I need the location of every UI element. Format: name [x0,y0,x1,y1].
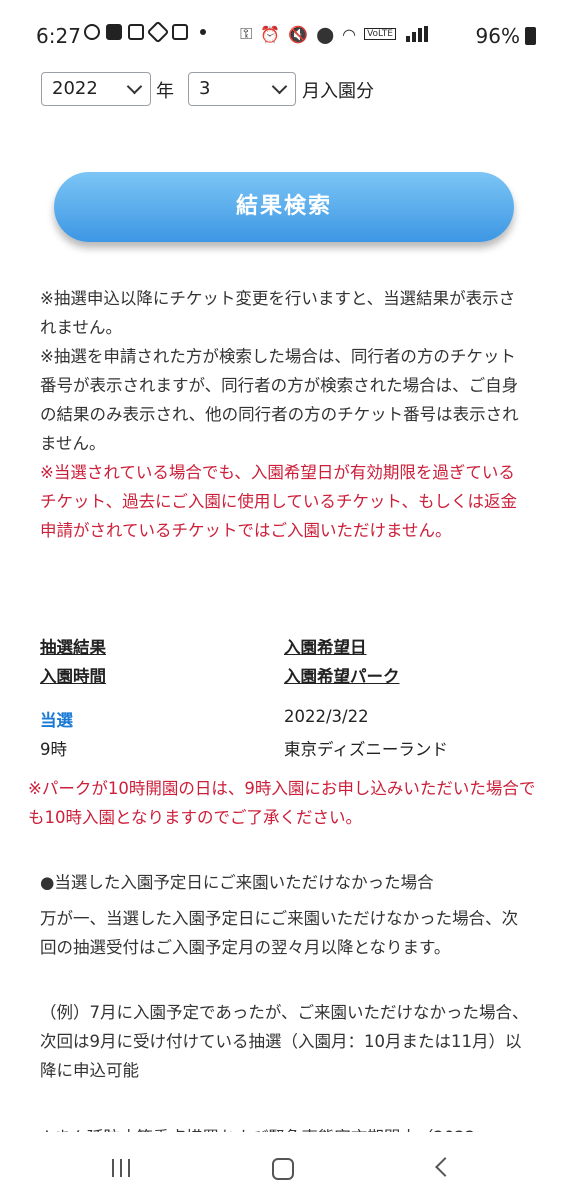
d-app-icon [172,24,188,40]
month-unit: 月入園分 [302,81,374,102]
desired-park-value: 東京ディズニーランド [284,740,448,759]
battery-icon [525,27,536,45]
year-unit: 年 [156,81,174,102]
youtube-icon [106,24,122,40]
park-opening-note: ※パークが10時開園の日は、9時入園にお申し込みいただいた場合でも10時入園とな… [28,779,536,827]
chevron-down-icon [126,78,143,95]
battery-percent: 96% [475,24,520,48]
year-select-value: 2022 [52,78,98,99]
info-paragraph: 万が一、当選した入園予定日にご来園いただけなかった場合、次回の抽選受付はご入園予… [40,904,532,962]
notification-icons [84,20,206,44]
volte-icon: VoLTE [364,28,396,40]
mute-icon: 🔇 [288,24,309,44]
dot-icon [200,29,206,35]
alarm-icon: ⏰ [260,24,281,44]
header-desired-date: 入園希望日 [284,638,367,657]
header-entry-time: 入園時間 [40,667,106,686]
status-bar: 6:27 ⚿ ⏰ 🔇 ⬤ ◠ VoLTE 96% [0,0,568,62]
info-heading-text: ●当選した入園予定日にご来園いただけなかった場合 [40,873,434,892]
wifi-icon: ◠ [342,24,357,44]
entry-period-label-cut [42,62,48,67]
year-select[interactable]: 2022 [41,72,151,106]
system-icons: ⚿ ⏰ 🔇 ⬤ ◠ VoLTE [240,24,428,44]
cutoff-text: ※まん延防止等重点措置および緊急事態宣言期間中（2022 [40,1124,475,1132]
key-icon: ⚿ [240,24,253,43]
header-lottery-result: 抽選結果 [40,638,106,657]
header-desired-park: 入園希望パーク [284,667,400,686]
result-search-button[interactable]: 結果検索 [54,172,514,242]
desired-date-value: 2022/3/22 [284,707,369,726]
navigation-bar [0,1134,568,1200]
location-icon: ⬤ [316,24,335,44]
d-app-icon [128,24,144,40]
sync-icon [146,20,170,44]
note-warning: ※当選されている場合でも、入園希望日が有効期限を過ぎているチケット、過去にご入園… [40,463,518,540]
lottery-result-value: 当選 [40,711,73,730]
note-ticket-change: ※抽選申込以降にチケット変更を行いますと、当選結果が表示されません。 [40,289,516,337]
status-time: 6:27 [36,24,81,48]
chevron-down-icon [271,78,288,95]
recent-apps-button[interactable] [112,1159,130,1177]
signal-icon [404,26,428,42]
back-button[interactable] [435,1157,455,1177]
note-companion: ※抽選を申請された方が検索した場合は、同行者の方のチケット番号が表示されますが、… [40,347,519,453]
month-select-value: 3 [199,78,211,99]
page-content: 2022 年 3 月入園分 結果検索 ※抽選申込以降にチケット変更を行いますと、… [0,62,568,1132]
chat-icon [84,24,100,40]
info-heading: ●当選した入園予定日にご来園いただけなかった場合 [40,868,532,897]
home-button[interactable] [272,1158,294,1180]
month-select[interactable]: 3 [188,72,296,106]
info-example: （例）7月に入園予定であったが、ご来園いただけなかった場合、次回は9月に受け付け… [40,998,532,1085]
entry-time-value: 9時 [40,740,67,759]
info-example-text: （例）7月に入園予定であったが、ご来園いただけなかった場合、次回は9月に受け付け… [40,1003,529,1080]
notes: ※抽選申込以降にチケット変更を行いますと、当選結果が表示されません。 ※抽選を申… [40,284,530,545]
info-paragraph-text: 万が一、当選した入園予定日にご来園いただけなかった場合、次回の抽選受付はご入園予… [40,909,519,957]
